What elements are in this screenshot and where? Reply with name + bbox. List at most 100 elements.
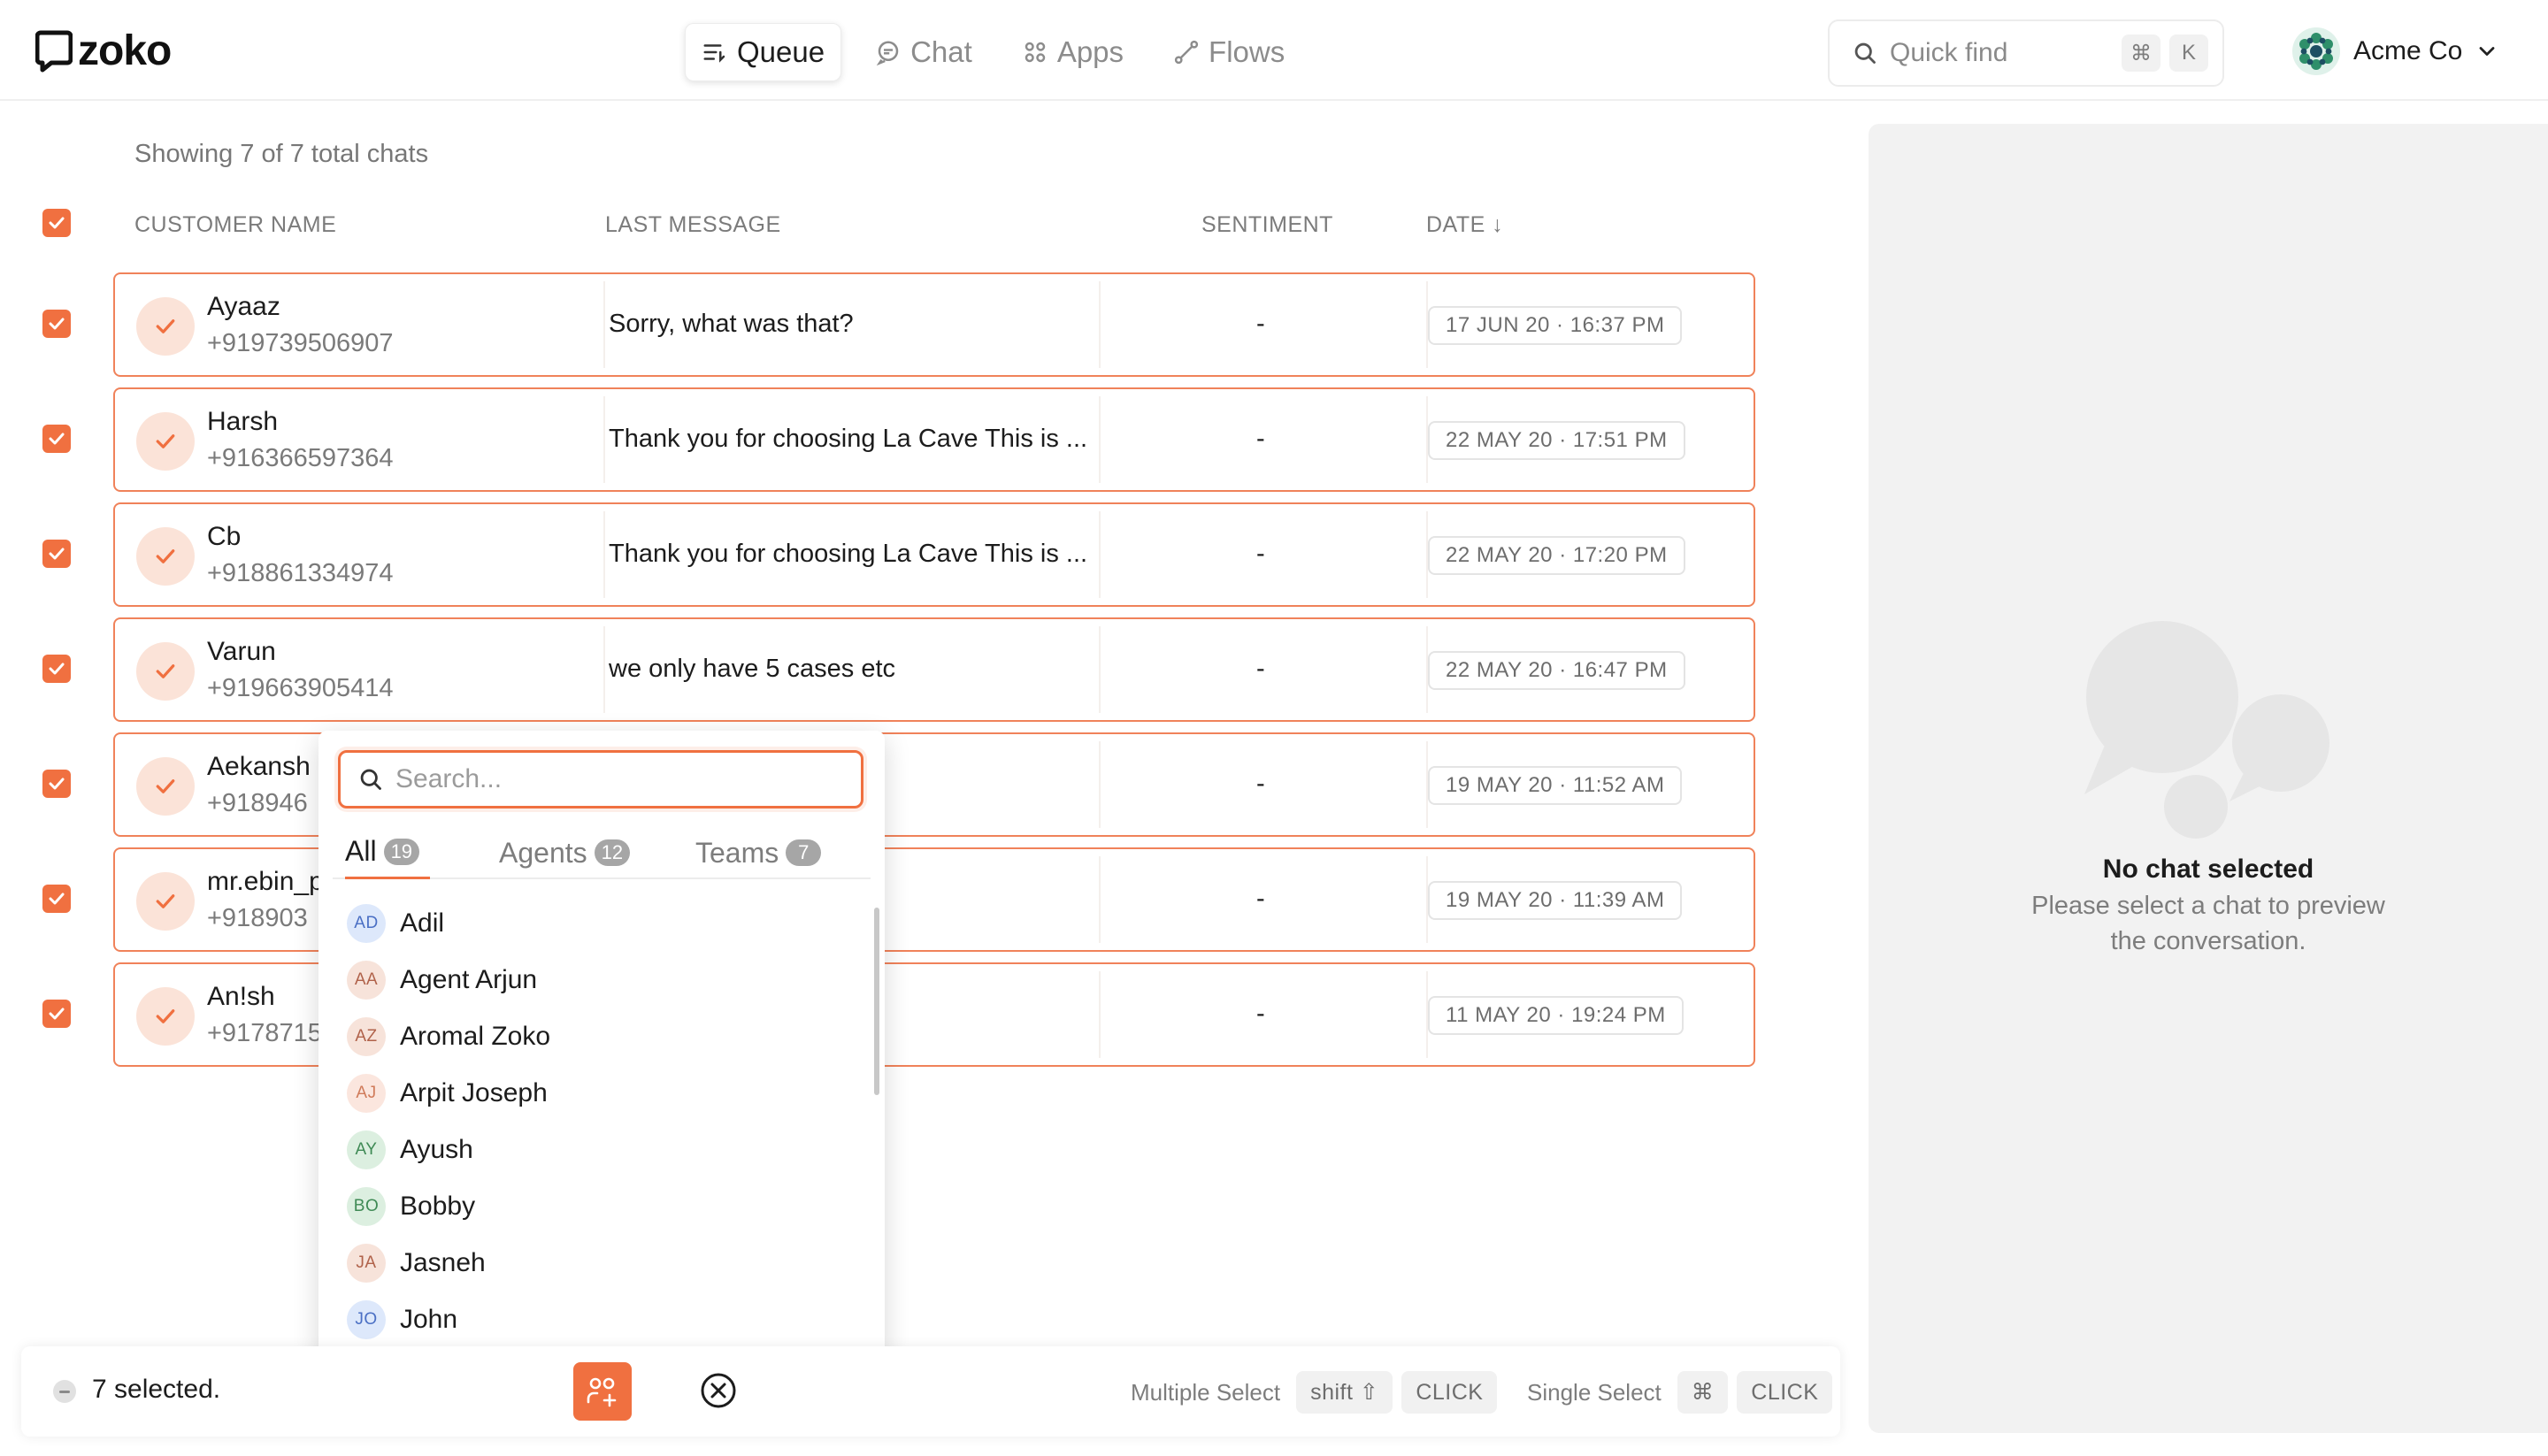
- sentiment-value: -: [1256, 310, 1265, 338]
- select-all-checkbox[interactable]: [42, 209, 71, 237]
- deselect-all-toggle[interactable]: [53, 1380, 76, 1403]
- sentiment-value: -: [1256, 1000, 1265, 1028]
- check-icon: [49, 893, 65, 905]
- column-header-customer-name[interactable]: CUSTOMER NAME: [134, 212, 336, 238]
- nav-flows[interactable]: Flows: [1157, 23, 1301, 81]
- chevron-down-icon: [2479, 47, 2495, 56]
- queue-icon: [703, 44, 725, 63]
- column-header-date[interactable]: DATE ↓: [1426, 212, 1503, 238]
- column-divider: [1099, 626, 1101, 713]
- check-icon: [156, 1009, 175, 1023]
- chat-row[interactable]: Harsh +916366597364 Thank you for choosing…: [113, 387, 1755, 492]
- date-badge: 22 MAY 20 · 17:20 PM: [1428, 536, 1685, 575]
- assignee-option[interactable]: JO John: [318, 1291, 876, 1348]
- single-select-label: Single Select: [1527, 1378, 1662, 1406]
- nav-apps[interactable]: Apps: [1006, 23, 1140, 81]
- tab-all[interactable]: All 19: [345, 826, 431, 879]
- check-icon: [49, 663, 65, 675]
- assignee-name: Adil: [400, 908, 445, 938]
- assign-button[interactable]: [573, 1362, 632, 1421]
- command-key: ⌘: [2122, 34, 2160, 72]
- row-checkbox[interactable]: [42, 770, 71, 798]
- assignee-name: Arpit Joseph: [400, 1078, 548, 1107]
- customer-phone: +916366597364: [207, 444, 394, 472]
- assignee-option[interactable]: AA Agent Arjun: [318, 952, 876, 1008]
- nav-queue[interactable]: Queue: [685, 23, 842, 81]
- account-switcher[interactable]: Acme Co: [2291, 27, 2499, 76]
- customer-name: An!sh: [207, 982, 275, 1011]
- assign-user-icon: [587, 1377, 617, 1407]
- column-divider: [1099, 856, 1101, 943]
- sentiment-value: -: [1256, 425, 1265, 453]
- assignee-name: Ayush: [400, 1135, 473, 1164]
- customer-name: Varun: [207, 637, 276, 666]
- assignee-list-scrollbar[interactable]: [874, 908, 879, 1095]
- last-message: Sorry, what was that?: [609, 310, 854, 338]
- nav-chat[interactable]: Chat: [859, 23, 988, 81]
- last-message: Thank you for choosing La Cave This is .…: [609, 425, 1088, 453]
- single-select-hint: Single Select ⌘ CLICK: [1527, 1371, 1833, 1414]
- date-badge: 19 MAY 20 · 11:52 AM: [1428, 766, 1683, 805]
- customer-phone: +919739506907: [207, 329, 394, 357]
- assignee-option[interactable]: AD Adil: [318, 895, 876, 952]
- chat-row[interactable]: Cb +918861334974 Thank you for choosing La…: [113, 502, 1755, 607]
- chat-preview-panel: No chat selected Please select a chat to…: [1869, 124, 2548, 1433]
- check-icon: [156, 894, 175, 908]
- check-icon: [49, 318, 65, 330]
- assign-dropdown: All 19 Agents 12 Teams 7 AD Adil AA Agent A…: [318, 731, 885, 1360]
- nav-apps-label: Apps: [1056, 35, 1124, 68]
- assign-search-field[interactable]: [338, 750, 863, 808]
- customer-name: Ayaaz: [207, 292, 280, 321]
- clear-selection-button[interactable]: [695, 1368, 741, 1414]
- top-bar: zoko Queue Chat Apps Flows Quick find ⌘ …: [0, 0, 2548, 101]
- row-checkbox[interactable]: [42, 540, 71, 568]
- row-checkbox[interactable]: [42, 655, 71, 683]
- table-header: CUSTOMER NAME LAST MESSAGE SENTIMENT DAT…: [0, 205, 1769, 241]
- assignee-avatar: AD: [347, 904, 386, 943]
- column-divider: [1099, 971, 1101, 1058]
- chat-row[interactable]: Ayaaz +919739506907 Sorry, what was that? -…: [113, 272, 1755, 377]
- assignee-option[interactable]: BO Bobby: [318, 1178, 876, 1235]
- row-selected-avatar: [136, 527, 195, 586]
- date-badge: 22 MAY 20 · 17:51 PM: [1428, 421, 1685, 460]
- customer-phone: +919663905414: [207, 674, 394, 702]
- no-chat-title: No chat selected: [2102, 854, 2314, 884]
- zoko-logo-icon: [35, 30, 73, 72]
- tab-teams[interactable]: Teams 7: [695, 826, 822, 879]
- brand-logo[interactable]: zoko: [35, 27, 172, 75]
- row-checkbox[interactable]: [42, 310, 71, 338]
- row-checkbox[interactable]: [42, 885, 71, 913]
- chat-row[interactable]: Varun +919663905414 we only have 5 cases e…: [113, 617, 1755, 722]
- column-header-last-message[interactable]: LAST MESSAGE: [605, 212, 781, 238]
- click-key: CLICK: [1737, 1371, 1833, 1414]
- apps-icon: [1025, 42, 1046, 63]
- tab-all-label: All: [345, 835, 377, 867]
- customer-name: Harsh: [207, 407, 279, 436]
- assign-search-input[interactable]: [395, 764, 838, 794]
- quick-find-label: Quick find: [1890, 38, 2008, 67]
- check-icon: [49, 433, 65, 445]
- empty-chat-illustration: [2084, 621, 2329, 839]
- assignee-name: John: [400, 1305, 458, 1334]
- check-icon: [49, 548, 65, 560]
- sentiment-value: -: [1256, 770, 1265, 798]
- customer-name: mr.ebin_p: [207, 867, 324, 896]
- assignee-option[interactable]: AY Ayush: [318, 1122, 876, 1178]
- check-icon: [49, 778, 65, 790]
- assign-tabs: All 19 Agents 12 Teams 7: [333, 826, 871, 879]
- check-icon: [156, 664, 175, 678]
- assignee-list: AD Adil AA Agent Arjun AZ Aromal Zoko AJ Arpit …: [318, 895, 876, 1348]
- tab-agents[interactable]: Agents 12: [499, 826, 631, 879]
- assignee-option[interactable]: AJ Arpit Joseph: [318, 1065, 876, 1122]
- assignee-option[interactable]: JA Jasneh: [318, 1235, 876, 1291]
- quick-find-button[interactable]: Quick find ⌘ K: [1828, 19, 2224, 87]
- assignee-avatar: JO: [347, 1300, 386, 1339]
- assignee-option[interactable]: AZ Aromal Zoko: [318, 1008, 876, 1065]
- column-header-sentiment[interactable]: SENTIMENT: [1201, 212, 1333, 238]
- row-checkbox[interactable]: [42, 1000, 71, 1028]
- row-checkbox[interactable]: [42, 425, 71, 453]
- check-icon: [156, 549, 175, 563]
- bulk-action-bar: 7 selected. Multiple Select shift ⇧ CLIC…: [21, 1346, 1840, 1437]
- column-divider: [1099, 741, 1101, 828]
- column-divider: [1099, 396, 1101, 483]
